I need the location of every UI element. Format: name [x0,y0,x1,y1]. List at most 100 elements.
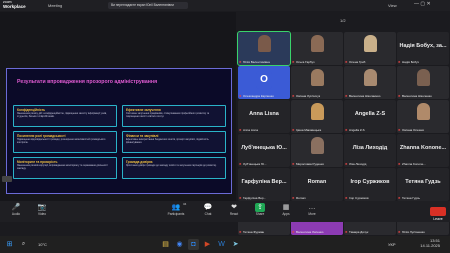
participant-tile[interactable]: Ігор Суржиков ✖ Ігор Суржиков [344,168,396,201]
slide-card: Моніторинг та прозорість Зменшення ризик… [13,157,117,179]
windows-taskbar: ⊞ ⌕ 10°C ▤ ◉ ◘ ▶ W ➤ УКР 13:51 14.11.202… [0,236,450,253]
muted-microphone-icon: ✖ [292,128,295,132]
participant-tile[interactable]: Луб'янецька Ю... ✖ Луб'янецька Ю... [238,134,290,167]
participant-video [311,69,324,86]
participant-tile[interactable]: ✖ Валентина Ніколаєнко [344,66,396,99]
muted-microphone-icon: ✖ [345,60,348,64]
gallery-page-indicator[interactable]: 1/2 [340,18,346,23]
zoom-app-icon[interactable]: ◘ [188,239,199,250]
weather-widget[interactable]: 10°C [38,242,47,247]
participant-name: Надія Бобух [402,60,419,64]
participant-name: Ігор Суржиков [349,196,369,200]
slide-card: Фінанси та закупівлі Ефективне використа… [122,131,226,153]
participant-tile[interactable]: Гарфуліна Вер... ✖ Гарфуліна Вер... [238,168,290,201]
participant-name: Ліза Лиходід [349,162,367,166]
participant-tile[interactable]: ✖ Олена Гриб [344,32,396,65]
muted-microphone-icon: ✖ [345,162,348,166]
muted-microphone-icon: ✖ [398,94,401,98]
participant-display-name: Roman [307,179,327,185]
clock-date: 14.11.2025 [420,243,440,248]
participant-display-name: Ігор Суржиков [350,179,390,185]
slide-thumbnail[interactable] [2,176,12,182]
muted-microphone-icon: ✖ [345,128,348,132]
leave-label: Leave [433,217,443,221]
card-body: Ефективне використання бюджетних коштів,… [126,138,209,144]
participant-tile[interactable]: ✖ Ольга Гарбуз [291,32,343,65]
participant-tile[interactable]: Тетяна Гудзь ✖ Тетяна Гудзь [397,168,449,201]
clock[interactable]: 13:51 14.11.2025 [410,238,440,248]
meeting-label[interactable]: Meeting [48,3,62,8]
participant-name: Ольга Гарбуз [296,60,315,64]
participant-name: Тамара Дячук [349,230,369,234]
participant-display-name: Луб'янецька Ю... [241,145,287,151]
heart-icon: ❤ [231,204,237,211]
slide-card: Ефективне залучення Системне залучення п… [122,105,226,127]
video-button[interactable]: 📷 Video [32,203,52,216]
search-icon[interactable]: ⌕ [18,239,29,250]
participant-tile[interactable]: ✖ Оксана Олешко [397,100,449,133]
file-explorer-icon[interactable]: ▤ [160,239,171,250]
participant-tile[interactable]: ✖ Оксана Лук'янчук [291,66,343,99]
participant-tile[interactable]: Roman ✖ Roman [291,168,343,201]
participants-label: Participants [167,212,185,216]
powerpoint-icon[interactable]: ▶ [202,239,213,250]
participant-tile[interactable]: ✖ Ірина Маковецька [291,100,343,133]
chat-icon: 💬 [203,204,213,211]
chat-button[interactable]: 💬 Chat [198,203,218,216]
microphone-icon: 🎤 [11,204,21,211]
participant-name: Олександра Карпенко [243,94,274,98]
muted-microphone-icon: ✖ [398,60,401,64]
slide-card: Конфіденційність Зменшення ризику дій з … [13,105,117,127]
participant-tile[interactable]: Angella Z-S ✖ Angella Z-S [344,100,396,133]
shared-screen: Результати впровадження прозорого адміні… [0,12,236,202]
more-label: More [308,212,316,216]
window-controls[interactable]: — ▢ ✕ [414,2,431,7]
slide-card: Посилення ролі громадськості Підвищення … [13,131,117,153]
participant-display-name: Angella Z-S [354,111,386,117]
camera-icon: 📷 [37,204,47,211]
participant-tile[interactable]: ✖ Мирослава Руденко [291,134,343,167]
participant-name: Ірина Маковецька [296,128,322,132]
apps-button[interactable]: ▦ Apps [276,203,296,216]
participant-display-name: Ліза Лиходід [352,145,388,151]
card-body: Зменшення ризику дій з конфіденційністю,… [17,112,107,118]
participant-name: Валентина Ніколаєнко [349,94,381,98]
participant-name: Юлія Валентинівна [243,60,270,64]
participant-name: Олена Гриб [349,60,366,64]
apps-label: Apps [282,212,290,216]
muted-microphone-icon: ✖ [239,94,242,98]
participant-tile[interactable]: ✖ Валентина Ніколенко [397,66,449,99]
participant-tile[interactable]: Ліза Лиходід ✖ Ліза Лиходід [344,134,396,167]
muted-microphone-icon: ✖ [239,230,242,234]
participant-tile[interactable]: Anna Lisna ✖ Anna Lisna [238,100,290,133]
participant-tile[interactable]: Надія Бобух, за... ✖ Надія Бобух [397,32,449,65]
card-body: Підвищення відповідальності громади, роз… [17,138,106,144]
participant-name: Оксана Олешко [402,128,425,132]
participant-display-name: Гарфуліна Вер... [241,179,287,185]
participant-tile[interactable]: Zhanna Konone... ✖ Zhanna Konone... [397,134,449,167]
title-bar: zoom Workplace Meeting Ви переглядаєте е… [0,0,450,11]
slide-card: Громада довіряє Зростання довіри громади… [122,157,226,179]
participant-tile[interactable]: О ✖ Олександра Карпенко [238,66,290,99]
more-button[interactable]: … More [302,203,322,216]
participant-tile[interactable]: ✖ Юлія Валентинівна [237,31,291,66]
share-button[interactable]: ⇪ Share [250,203,270,216]
participant-name: Roman [296,196,306,200]
participant-name: Тетяна Фурман [243,230,265,234]
participant-name: Anna Lisna [243,128,259,132]
apps-icon: ▦ [282,204,290,211]
telegram-icon[interactable]: ➤ [230,239,241,250]
react-button[interactable]: ❤ React [224,203,244,216]
view-button[interactable]: View [388,3,397,8]
word-icon[interactable]: W [216,239,227,250]
leave-button[interactable]: Leave [430,207,446,221]
participant-name: Валентина Ніколенко [402,94,432,98]
participant-count: 34 [183,202,187,206]
muted-microphone-icon: ✖ [239,196,242,200]
audio-button[interactable]: 🎤 Audio [6,203,26,216]
muted-microphone-icon: ✖ [292,60,295,64]
windows-start-icon[interactable]: ⊞ [4,239,15,250]
language-indicator[interactable]: УКР [388,242,396,247]
chrome-icon[interactable]: ◉ [174,239,185,250]
meeting-toolbar: 🎤 Audio 📷 Video 👥 Participants 34 💬 Chat… [0,201,450,222]
